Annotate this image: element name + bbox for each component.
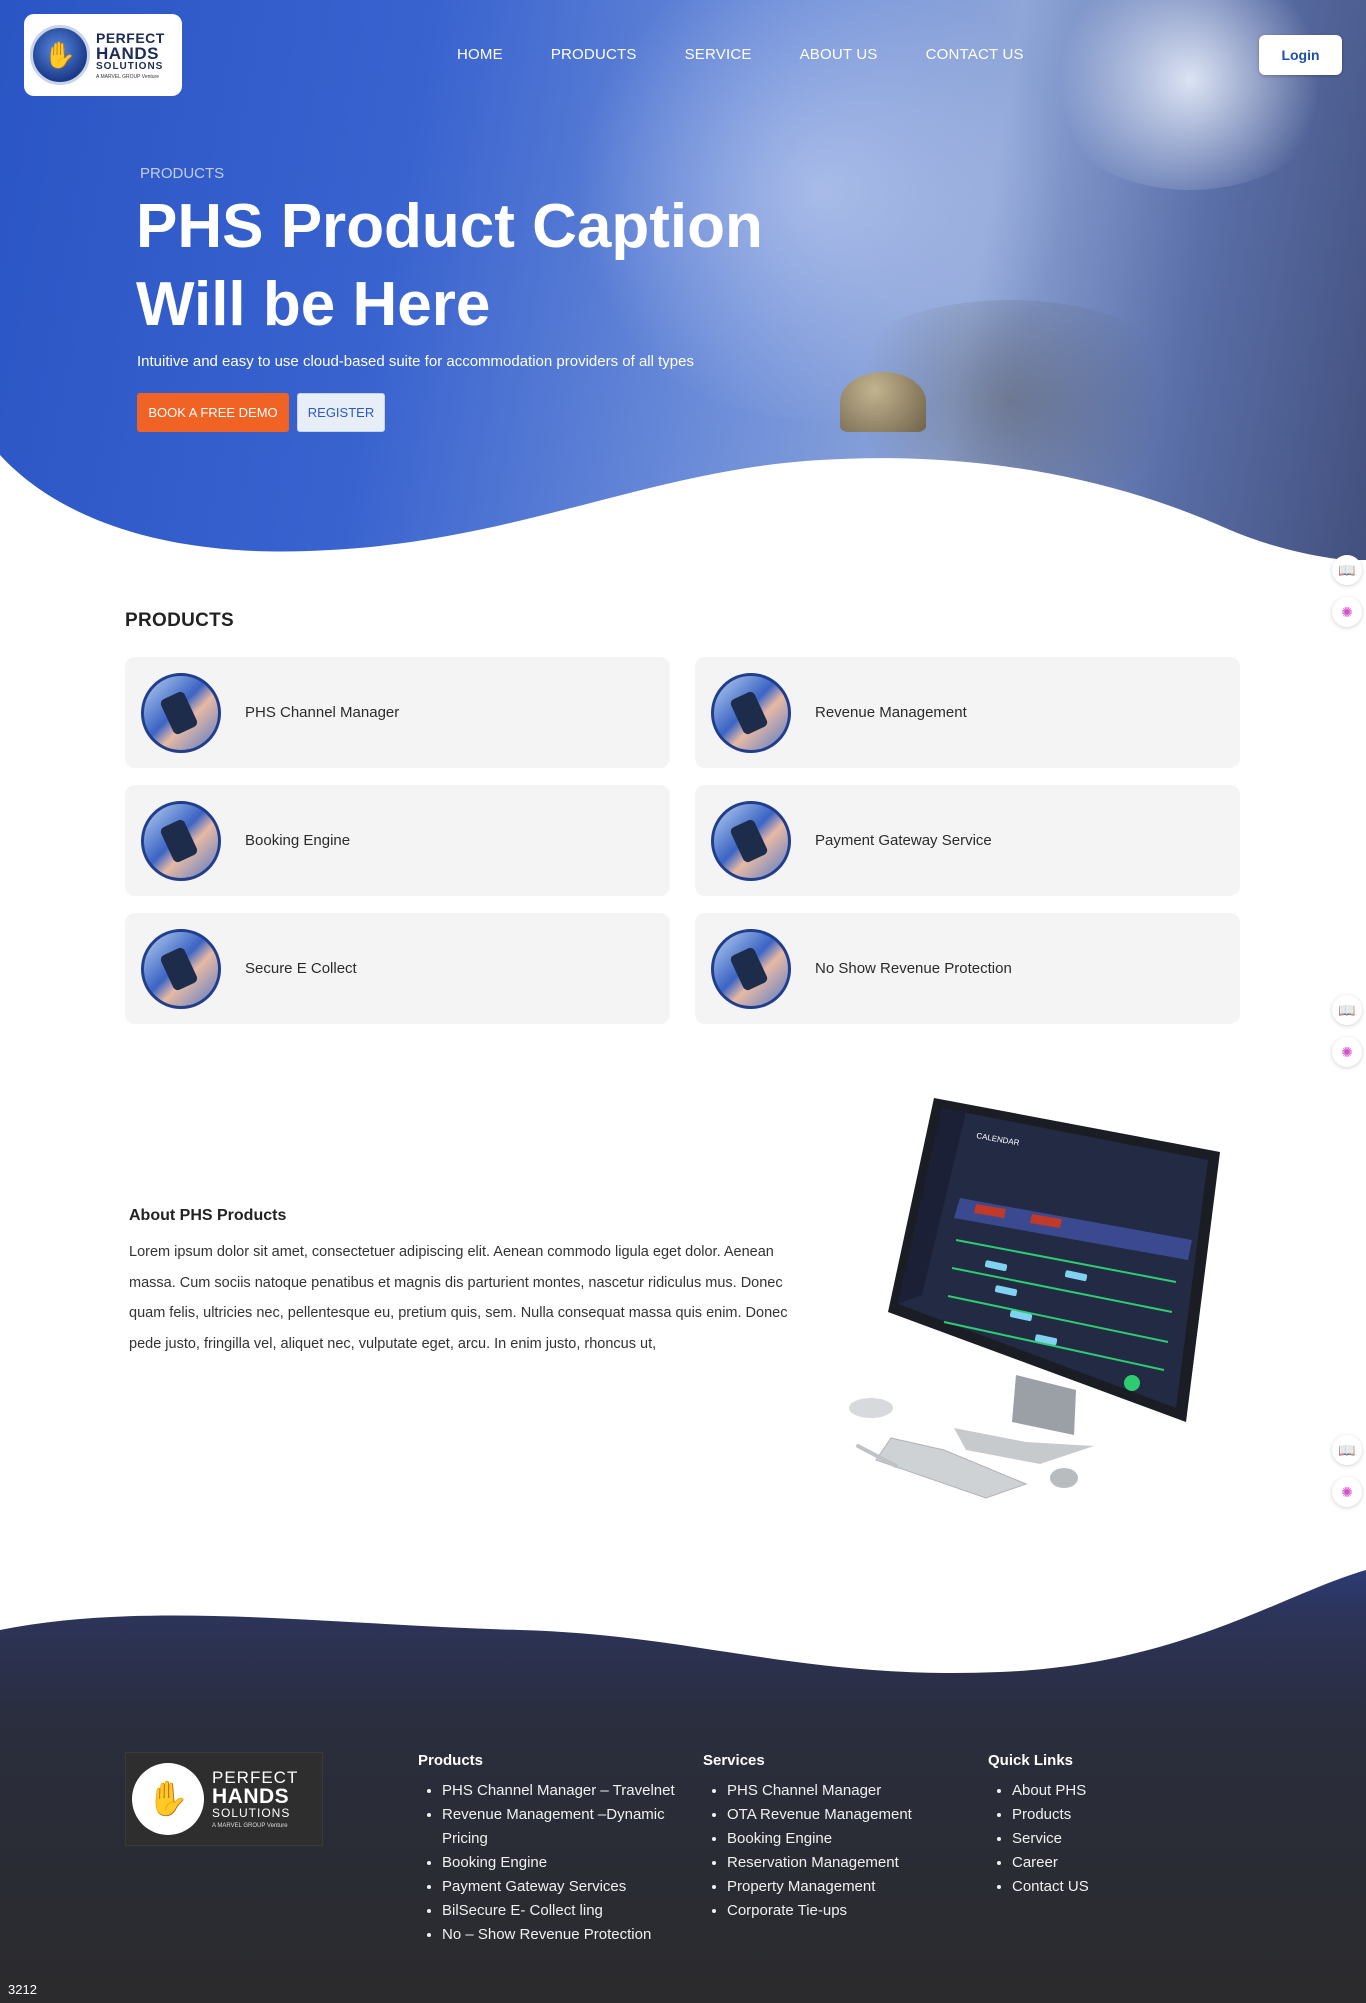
logo-hand-icon: ✋ [30, 25, 90, 85]
footer-wave [0, 1555, 1366, 1673]
brain-icon[interactable]: ✺ [1332, 597, 1362, 627]
book-icon[interactable]: 📖 [1332, 995, 1362, 1025]
logo-line3: SOLUTIONS [96, 60, 164, 72]
footer-products-column: Products PHS Channel Manager – Travelnet… [418, 1752, 683, 1947]
side-widget-2: 📖 ✺ [1326, 995, 1366, 1085]
nav-service[interactable]: SERVICE [685, 46, 752, 63]
product-thumbnail [711, 800, 791, 881]
product-card-booking-engine[interactable]: Booking Engine [125, 785, 670, 896]
visitor-counter: 3212 [8, 1982, 37, 1997]
footer-services-column: Services PHS Channel Manager OTA Revenue… [703, 1752, 968, 1923]
products-heading: PRODUCTS [125, 610, 235, 631]
product-label: PHS Channel Manager [245, 704, 400, 721]
book-icon[interactable]: 📖 [1332, 1435, 1362, 1465]
product-label: Booking Engine [245, 832, 351, 849]
nav-about-us[interactable]: ABOUT US [800, 46, 878, 63]
footer-link[interactable]: PHS Channel Manager – Travelnet [442, 1779, 683, 1803]
hero-subtitle: Intuitive and easy to use cloud-based su… [137, 353, 694, 370]
product-card-channel-manager[interactable]: PHS Channel Manager [125, 657, 670, 768]
about-title: About PHS Products [129, 1207, 287, 1224]
nav-products[interactable]: PRODUCTS [551, 46, 637, 63]
footer-quick-links-heading: Quick Links [988, 1752, 1074, 1769]
book-demo-button[interactable]: BOOK A FREE DEMO [137, 393, 289, 432]
footer-link[interactable]: Reservation Management [727, 1851, 968, 1875]
footer-products-heading: Products [418, 1752, 484, 1769]
nav-contact-us[interactable]: CONTACT US [926, 46, 1024, 63]
login-button[interactable]: Login [1259, 35, 1342, 75]
footer-link[interactable]: No – Show Revenue Protection [442, 1923, 683, 1947]
product-card-secure-e-collect[interactable]: Secure E Collect [125, 913, 670, 1024]
footer-logo-tagline: A MARVEL GROUP Venture [212, 1823, 288, 1829]
brand-logo[interactable]: ✋ PERFECT HANDS SOLUTIONS A MARVEL GROUP… [24, 14, 182, 96]
footer-logo-line1: PERFECT [212, 1768, 299, 1787]
logo-tagline: A MARVEL GROUP Venture [96, 73, 159, 80]
footer-link[interactable]: Payment Gateway Services [442, 1875, 683, 1899]
footer-link[interactable]: PHS Channel Manager [727, 1779, 968, 1803]
nav-home[interactable]: HOME [457, 46, 503, 63]
hero-title: PHS Product Caption Will be Here [136, 192, 763, 339]
footer-link[interactable]: Contact US [1012, 1875, 1208, 1899]
logo-line2: HANDS [96, 43, 159, 63]
product-card-revenue-management[interactable]: Revenue Management [695, 657, 1240, 768]
footer-logo-line3: SOLUTIONS [212, 1806, 291, 1820]
footer-logo[interactable]: ✋ PERFECT HANDS SOLUTIONS A MARVEL GROUP… [125, 1752, 323, 1846]
footer-link[interactable]: Products [1012, 1803, 1208, 1827]
footer-logo-line2: HANDS [212, 1785, 290, 1808]
footer-link[interactable]: BilSecure E- Collect ling [442, 1899, 683, 1923]
products-grid: PHS Channel Manager Revenue Management B… [125, 657, 1241, 1024]
product-card-no-show-protection[interactable]: No Show Revenue Protection [695, 913, 1240, 1024]
product-label: No Show Revenue Protection [815, 960, 1012, 977]
footer-link[interactable]: Service [1012, 1827, 1208, 1851]
about-text: Lorem ipsum dolor sit amet, consectetuer… [129, 1244, 788, 1352]
footer-logo-hand-icon: ✋ [132, 1763, 204, 1835]
side-widget-1: 📖 ✺ [1326, 555, 1366, 645]
footer-link[interactable]: About PHS [1012, 1779, 1208, 1803]
product-label: Payment Gateway Service [815, 832, 992, 849]
product-thumbnail [141, 672, 221, 753]
footer-link[interactable]: Career [1012, 1851, 1208, 1875]
book-icon[interactable]: 📖 [1332, 555, 1362, 585]
footer-link[interactable]: Booking Engine [442, 1851, 683, 1875]
register-button[interactable]: REGISTER [297, 393, 385, 432]
product-thumbnail [711, 672, 791, 753]
footer-link[interactable]: Booking Engine [727, 1827, 968, 1851]
product-label: Revenue Management [815, 704, 967, 721]
footer-link[interactable]: Revenue Management –Dynamic Pricing [442, 1803, 683, 1851]
side-widget-3: 📖 ✺ [1326, 1435, 1366, 1525]
main-nav: HOME PRODUCTS SERVICE ABOUT US CONTACT U… [457, 46, 1072, 63]
footer-quick-links-column: Quick Links About PHS Products Service C… [988, 1752, 1208, 1899]
product-label: Secure E Collect [245, 960, 357, 977]
product-thumbnail [141, 800, 221, 881]
hero-eyebrow: PRODUCTS [140, 165, 225, 182]
logo-line1: PERFECT [96, 29, 165, 46]
product-thumbnail [141, 928, 221, 1009]
brain-icon[interactable]: ✺ [1332, 1477, 1362, 1507]
monitor-illustration: CALENDAR [849, 1098, 1220, 1499]
footer-link[interactable]: OTA Revenue Management [727, 1803, 968, 1827]
footer-services-heading: Services [703, 1752, 765, 1769]
brain-icon[interactable]: ✺ [1332, 1037, 1362, 1067]
product-thumbnail [711, 928, 791, 1009]
footer-link[interactable]: Property Management [727, 1875, 968, 1899]
product-card-payment-gateway[interactable]: Payment Gateway Service [695, 785, 1240, 896]
footer-link[interactable]: Corporate Tie-ups [727, 1899, 968, 1923]
